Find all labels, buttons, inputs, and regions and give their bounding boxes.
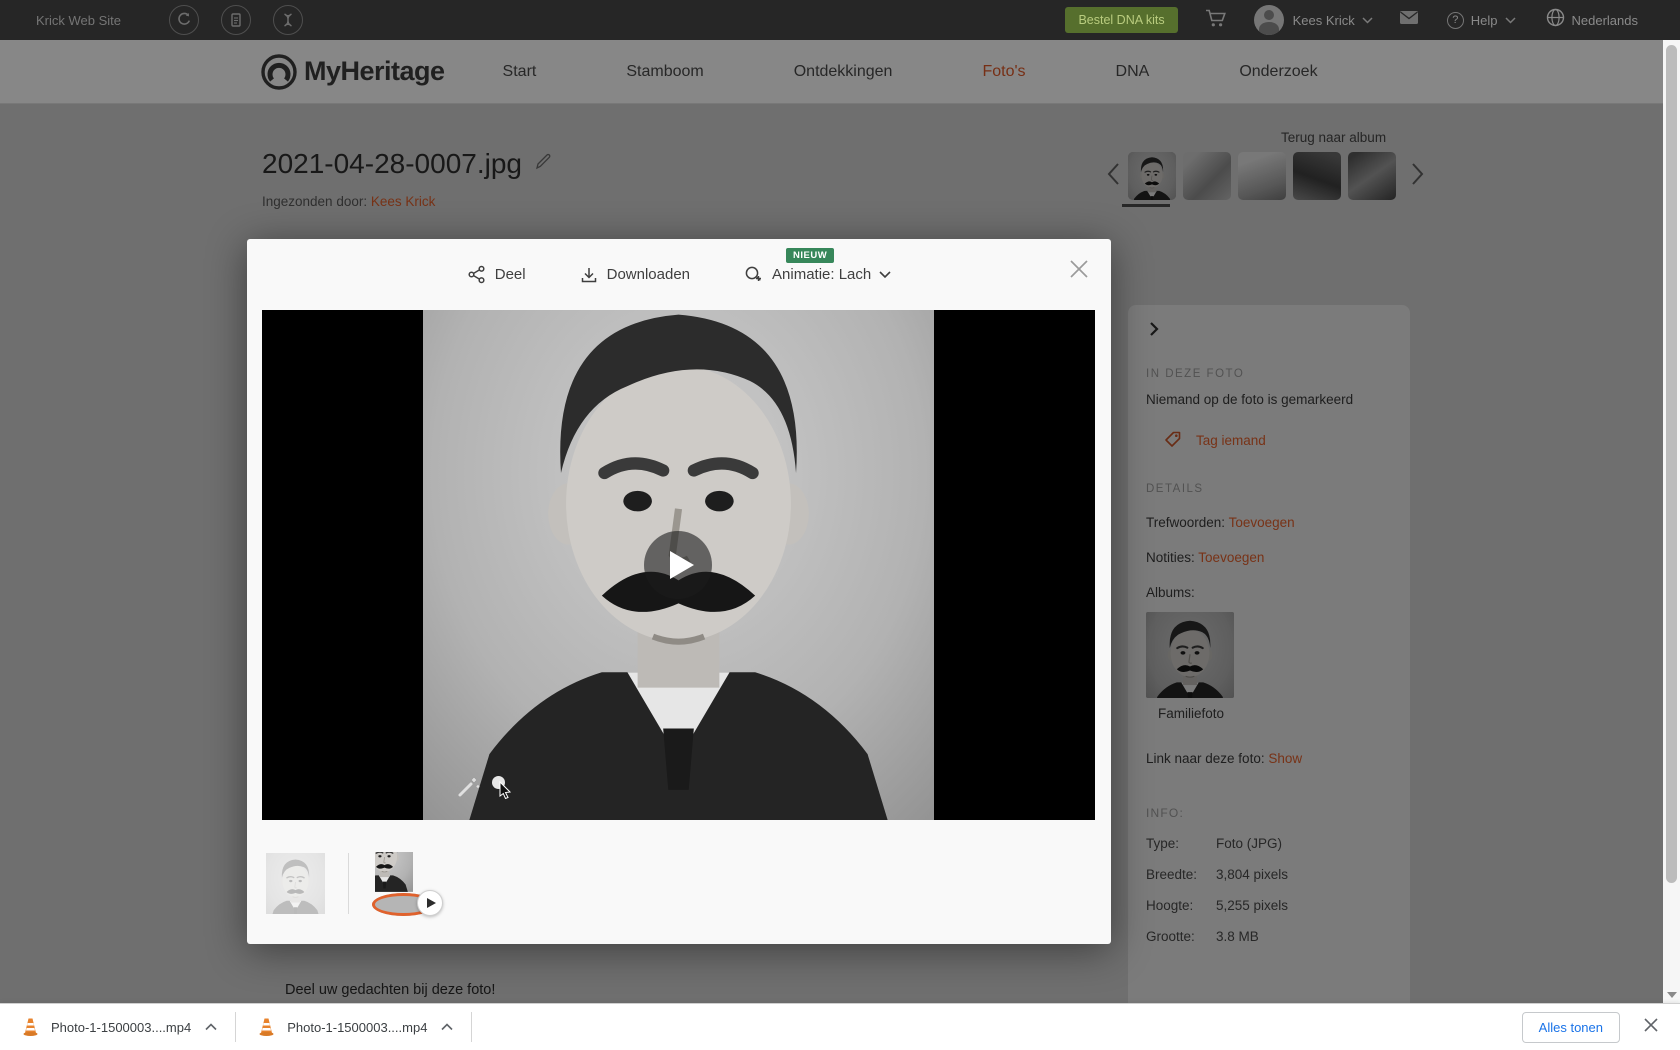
chevron-up-icon[interactable] bbox=[205, 1023, 217, 1031]
close-icon bbox=[1644, 1017, 1658, 1032]
magic-wand-icon[interactable] bbox=[455, 774, 481, 805]
download-file-name: Photo-1-1500003....mp4 bbox=[51, 1019, 192, 1035]
help-menu[interactable]: Help bbox=[1471, 13, 1498, 28]
play-icon bbox=[426, 898, 436, 908]
share-icon bbox=[468, 265, 485, 284]
help-menu-chevron[interactable] bbox=[1504, 11, 1516, 29]
cart-icon bbox=[1205, 9, 1226, 26]
mail-icon bbox=[1399, 11, 1418, 24]
photo-stage bbox=[262, 310, 1095, 820]
document-icon bbox=[231, 13, 241, 27]
user-menu-chevron[interactable] bbox=[1362, 11, 1373, 29]
mouse-cursor bbox=[499, 780, 515, 804]
thumbnail-divider bbox=[348, 852, 349, 914]
chevron-down-icon bbox=[1362, 17, 1373, 24]
cart-button[interactable] bbox=[1204, 6, 1228, 35]
site-header-bar: Krick Web Site Bestel DNA kits Kees Kric… bbox=[0, 0, 1680, 40]
download-item-2[interactable]: Photo-1-1500003....mp4 bbox=[236, 1004, 471, 1050]
vlc-cone-icon bbox=[259, 1018, 274, 1036]
language-globe[interactable] bbox=[1546, 8, 1565, 32]
scrollbar-thumb[interactable] bbox=[1666, 45, 1677, 883]
download-label: Downloaden bbox=[606, 266, 691, 283]
globe-icon bbox=[1546, 8, 1564, 27]
chevron-down-icon bbox=[879, 270, 891, 278]
sync-button[interactable] bbox=[169, 5, 200, 35]
animate-photo-icon bbox=[745, 266, 762, 281]
download-file-name: Photo-1-1500003....mp4 bbox=[287, 1019, 428, 1035]
downloads-divider bbox=[471, 1012, 473, 1042]
viewer-version-thumbnails bbox=[266, 852, 443, 916]
browser-downloads-bar: Photo-1-1500003....mp4 Photo-1-1500003..… bbox=[0, 1003, 1680, 1050]
app-root: Krick Web Site Bestel DNA kits Kees Kric… bbox=[0, 0, 1680, 1050]
avatar-body-shape bbox=[1258, 22, 1279, 35]
animation-label: Animatie: Lach bbox=[772, 266, 872, 283]
dna-button[interactable] bbox=[273, 5, 304, 35]
dna-icon bbox=[284, 13, 292, 27]
vlc-cone-icon bbox=[23, 1018, 38, 1036]
play-icon bbox=[669, 551, 694, 579]
order-dna-kits-button[interactable]: Bestel DNA kits bbox=[1065, 7, 1178, 33]
animation-play-badge[interactable] bbox=[417, 890, 443, 916]
user-avatar[interactable] bbox=[1253, 5, 1284, 35]
page-scrollbar[interactable] bbox=[1663, 40, 1680, 1003]
help-question-icon: ? bbox=[1446, 11, 1464, 29]
download-icon bbox=[581, 267, 596, 282]
share-button[interactable]: Deel bbox=[467, 265, 526, 284]
modal-close-button[interactable] bbox=[1065, 255, 1093, 288]
scrollbar-down-arrow[interactable] bbox=[1667, 992, 1677, 998]
inbox-button[interactable] bbox=[1399, 10, 1419, 30]
share-label: Deel bbox=[494, 266, 526, 283]
user-name[interactable]: Kees Krick bbox=[1293, 13, 1355, 28]
close-icon bbox=[1070, 260, 1088, 278]
downloads-bar-close-button[interactable] bbox=[1640, 1014, 1662, 1041]
show-all-downloads-button[interactable]: Alles tonen bbox=[1521, 1011, 1620, 1043]
site-name: Krick Web Site bbox=[36, 12, 122, 28]
documents-button[interactable] bbox=[221, 5, 252, 35]
photo-viewer-modal: Deel Downloaden NIEUW Animatie: Lach bbox=[247, 239, 1111, 944]
refresh-icon bbox=[178, 12, 191, 25]
download-button[interactable]: Downloaden bbox=[580, 266, 690, 284]
animation-dropdown[interactable]: NIEUW Animatie: Lach bbox=[744, 248, 891, 284]
language-selector[interactable]: Nederlands bbox=[1572, 13, 1639, 28]
avatar-head-shape bbox=[1263, 10, 1274, 20]
chevron-down-icon bbox=[1504, 17, 1516, 24]
new-badge: NIEUW bbox=[786, 248, 835, 263]
original-photo-thumbnail[interactable] bbox=[266, 852, 325, 914]
download-item-1[interactable]: Photo-1-1500003....mp4 bbox=[0, 1004, 235, 1050]
chevron-up-icon[interactable] bbox=[441, 1023, 454, 1031]
play-animation-button[interactable] bbox=[644, 531, 712, 599]
viewer-toolbar: Deel Downloaden NIEUW Animatie: Lach bbox=[247, 239, 1111, 310]
